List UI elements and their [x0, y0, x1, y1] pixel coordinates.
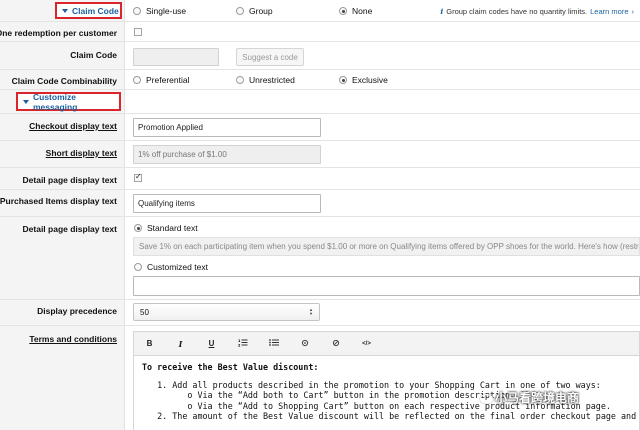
ordered-list-icon[interactable]: 12 [227, 338, 258, 349]
detail-page-display-checkbox[interactable] [134, 172, 142, 182]
editor-toolbar: B I U 12 </> [133, 331, 640, 356]
italic-button[interactable]: I [165, 339, 196, 349]
customized-text-input[interactable] [133, 276, 640, 296]
watermark-text: 小马看跨境电商 [495, 391, 580, 405]
radio-selected-icon [339, 76, 347, 84]
expand-triangle-icon [62, 8, 68, 13]
radio-standard-text[interactable]: Standard text [134, 223, 198, 233]
radio-label: Single-use [146, 6, 187, 16]
radio-selected-icon [339, 7, 347, 15]
source-icon[interactable]: </> [351, 341, 382, 347]
standard-text-preview: Save 1% on each participating item when … [133, 237, 640, 256]
purchased-items-input[interactable]: Qualifying items [133, 194, 321, 213]
radio-label: Preferential [146, 75, 190, 85]
radio-label: Customized text [147, 262, 208, 272]
unordered-list-icon[interactable] [258, 338, 289, 349]
radio-label: None [352, 6, 373, 16]
radio-circle-icon [134, 263, 142, 271]
terms-line: 2. The amount of the Best Value discount… [142, 411, 640, 422]
radio-single-use[interactable]: Single-use [133, 6, 186, 16]
link-icon[interactable] [289, 339, 320, 349]
radio-label: Exclusive [352, 75, 388, 85]
radio-selected-icon [134, 224, 142, 232]
terms-label: Terms and conditions [29, 334, 117, 344]
radio-customized-text[interactable]: Customized text [134, 262, 208, 272]
radio-group[interactable]: Group [236, 6, 273, 16]
radio-label: Group [249, 6, 273, 16]
display-precedence-value: 50 [140, 307, 149, 317]
radio-circle-icon [236, 7, 244, 15]
detail-page-text-label: Detail page display text [22, 224, 117, 234]
radio-circle-icon [236, 76, 244, 84]
short-display-label: Short display text [45, 148, 117, 158]
checkout-display-label: Checkout display text [29, 121, 117, 131]
bold-button[interactable]: B [134, 339, 165, 348]
claim-code-input[interactable] [133, 48, 219, 66]
info-text: Group claim codes have no quantity limit… [446, 7, 588, 16]
claim-code-section-toggle[interactable]: Claim Code [55, 2, 122, 19]
watermark: 小马看跨境电商 [480, 389, 579, 406]
claim-code-field-label: Claim Code [70, 50, 117, 60]
detail-page-display-label: Detail page display text [22, 175, 117, 185]
display-precedence-select[interactable]: 50 ▲ ▼ [133, 303, 320, 321]
customize-messaging-title: Customize messaging [33, 91, 78, 112]
svg-text:1: 1 [238, 339, 241, 343]
learn-more-link[interactable]: Learn more [590, 7, 628, 16]
display-precedence-label: Display precedence [37, 306, 117, 316]
radio-label: Standard text [147, 223, 198, 233]
claim-code-info: i Group claim codes have no quantity lim… [440, 7, 634, 16]
radio-circle-icon [133, 7, 141, 15]
chevron-right-icon: › [631, 7, 635, 16]
wechat-logo-icon [480, 393, 493, 404]
checkout-display-input[interactable]: Promotion Applied [133, 118, 321, 137]
radio-preferential[interactable]: Preferential [133, 75, 189, 85]
underline-button[interactable]: U [196, 339, 227, 348]
claim-code-section-title: Claim Code [72, 5, 119, 16]
spinner-arrows-icon: ▲ ▼ [309, 307, 313, 316]
unlink-icon[interactable] [320, 339, 351, 349]
radio-circle-icon [133, 76, 141, 84]
one-redemption-checkbox[interactable] [134, 28, 142, 36]
info-icon: i [440, 7, 444, 16]
combinability-label: Claim Code Combinability [11, 76, 117, 86]
short-display-input[interactable]: 1% off purchase of $1.00 [133, 145, 321, 164]
purchased-items-label: Purchased Items display text [0, 196, 117, 206]
terms-heading: To receive the Best Value discount: [142, 362, 319, 372]
expand-triangle-icon [23, 99, 29, 104]
radio-unrestricted[interactable]: Unrestricted [236, 75, 295, 85]
radio-none[interactable]: None [339, 6, 372, 16]
suggest-code-button[interactable]: Suggest a code [236, 48, 304, 66]
svg-text:2: 2 [238, 344, 241, 348]
customize-messaging-toggle[interactable]: Customize messaging [16, 91, 121, 112]
one-redemption-label: One redemption per customer [0, 28, 117, 38]
radio-label: Unrestricted [249, 75, 295, 85]
radio-exclusive[interactable]: Exclusive [339, 75, 388, 85]
